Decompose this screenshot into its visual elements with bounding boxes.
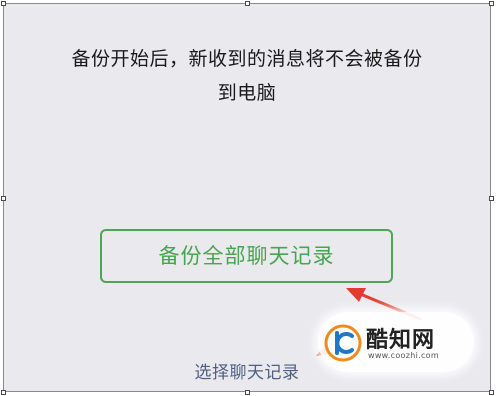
resize-handle-bottom-right[interactable]: [489, 390, 494, 395]
resize-handle-top-right[interactable]: [489, 1, 494, 6]
resize-handle-left[interactable]: [1, 196, 6, 201]
notice-line-2: 到电脑: [217, 82, 277, 104]
coozhi-logo-icon: [324, 324, 362, 362]
watermark-name: 酷知网: [366, 327, 436, 353]
resize-handle-top-left[interactable]: [1, 1, 6, 6]
backup-notice: 备份开始后，新收到的消息将不会被备份 到电脑: [4, 42, 490, 110]
resize-handle-top[interactable]: [245, 1, 250, 6]
watermark-url: www.coozhi.com: [368, 351, 439, 360]
resize-handle-right[interactable]: [489, 196, 494, 201]
backup-all-chats-button[interactable]: 备份全部聊天记录: [100, 229, 393, 283]
resize-handle-bottom-left[interactable]: [1, 390, 6, 395]
watermark: 酷知网 www.coozhi.com: [318, 312, 474, 372]
resize-handle-bottom[interactable]: [245, 390, 250, 395]
notice-line-1: 备份开始后，新收到的消息将不会被备份: [71, 48, 423, 70]
screen-panel: 备份开始后，新收到的消息将不会被备份 到电脑 备份全部聊天记录 选择聊天记录 酷…: [3, 3, 491, 392]
